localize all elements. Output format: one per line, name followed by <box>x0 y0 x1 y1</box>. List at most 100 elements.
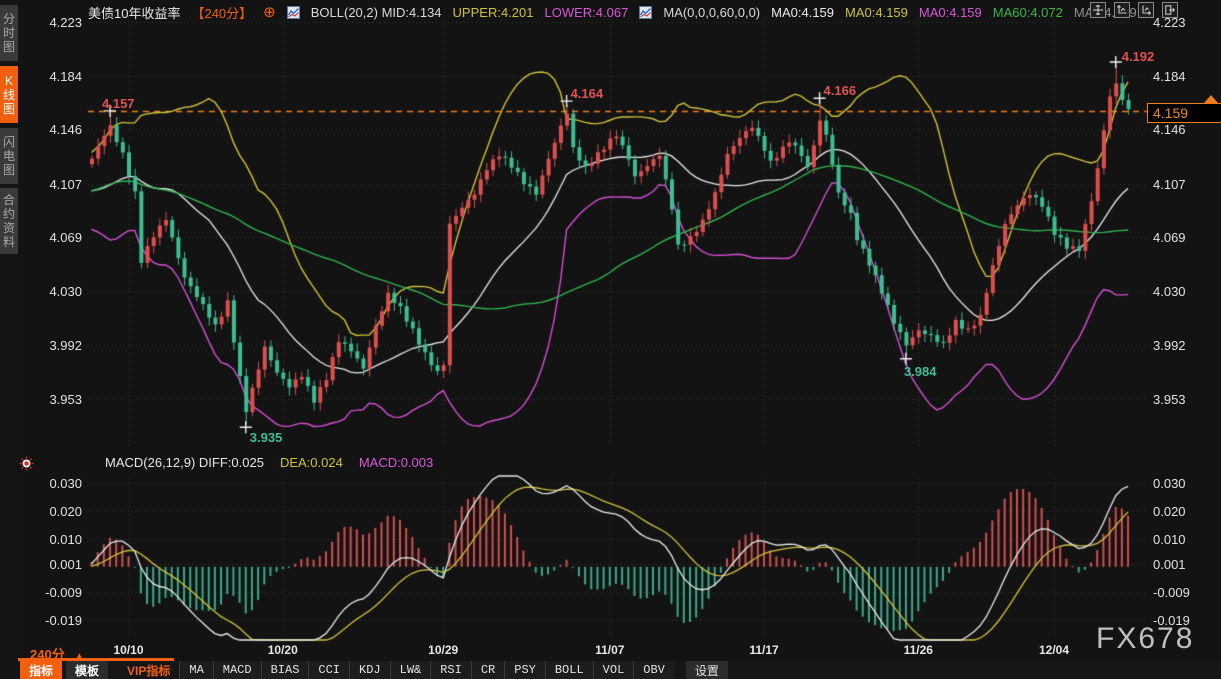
macd-axis-label: -0.009 <box>1153 585 1205 600</box>
price-mark-label: 4.166 <box>824 83 857 98</box>
live-indicator-icon[interactable] <box>19 456 34 476</box>
macd-hist-value: MACD:0.003 <box>359 455 433 470</box>
sidebar-tab-char: 电 <box>3 149 15 163</box>
price-mark-label: 3.935 <box>250 430 283 445</box>
macd-axis-label: -0.009 <box>30 585 82 600</box>
chart-header: 美债10年收益率【240分】 ⊕ BOLL(20,2) MID:4.134 UPPER… <box>88 3 1137 21</box>
ma-value-1: MA0:4.159 <box>771 5 834 20</box>
macd-dea-value: DEA:0.024 <box>280 455 343 470</box>
y-axis-label: 4.069 <box>30 230 82 245</box>
bottom-indicator-toolbar: 指标模板 VIP指标MAMACDBIASCCIKDJLW&RSICRPSYBOLL… <box>18 661 1221 679</box>
toolbar-button-bias[interactable]: BIAS <box>261 661 309 679</box>
ma-value-3: MA0:4.159 <box>919 5 982 20</box>
price-mark-label: 4.157 <box>102 96 135 111</box>
y-axis-label: 4.146 <box>1153 122 1205 137</box>
toolbar-button-lw[interactable]: LW& <box>390 661 431 679</box>
toolbar-button-cr[interactable]: CR <box>471 661 504 679</box>
ma-params: MA(0,0,0,60,0,0) <box>663 5 760 20</box>
price-mark-label: 3.984 <box>904 364 937 379</box>
left-sidebar: 分时图K线图闪电图合约资料 <box>0 0 18 679</box>
sidebar-tab-char: 线 <box>3 88 15 102</box>
toolbar-button-cci[interactable]: CCI <box>308 661 349 679</box>
sidebar-tab-char: 资 <box>3 221 15 235</box>
mini-chart-icon <box>639 6 652 19</box>
toolbar-button-macd[interactable]: MACD <box>213 661 261 679</box>
y-axis-label: 4.069 <box>1153 230 1205 245</box>
y-axis-label: 4.107 <box>30 177 82 192</box>
fx678-watermark: FX678 <box>1096 622 1194 656</box>
boll-upper-value: UPPER:4.201 <box>453 5 534 20</box>
toolbar-button-boll[interactable]: BOLL <box>545 661 593 679</box>
chart-title: 美债10年收益率 <box>88 3 180 22</box>
price-mark-label: 4.164 <box>571 86 604 101</box>
toolbar-button-psy[interactable]: PSY <box>504 661 545 679</box>
macd-diff-value: MACD(26,12,9) DIFF:0.025 <box>105 455 264 470</box>
x-axis-label: 10/29 <box>428 643 458 657</box>
toolbar-button-template[interactable]: 模板 <box>66 661 108 679</box>
x-axis-label: 10/20 <box>268 643 298 657</box>
toolbar-button-indicator[interactable]: 指标 <box>20 661 62 679</box>
ma-value-2: MA0:4.159 <box>845 5 908 20</box>
boll-mid-value: BOLL(20,2) MID:4.134 <box>311 5 442 20</box>
macd-axis-label: 0.020 <box>1153 504 1205 519</box>
x-axis-label: 11/26 <box>904 643 933 657</box>
y-axis-label: 3.992 <box>1153 338 1205 353</box>
price-mark-label: 4.192 <box>1122 49 1155 64</box>
boll-lower-value: LOWER:4.067 <box>544 5 628 20</box>
macd-axis-label: 0.020 <box>30 504 82 519</box>
sidebar-tab-char: 合 <box>3 193 15 207</box>
y-axis-label: 4.030 <box>1153 284 1205 299</box>
detach-window-icon[interactable] <box>1162 2 1178 18</box>
sidebar-tab-char: K <box>5 74 13 88</box>
toolbar-button-obv[interactable]: OBV <box>633 661 674 679</box>
y-axis-label: 4.184 <box>1153 69 1205 84</box>
sidebar-tab-kline[interactable]: K线图 <box>0 66 18 123</box>
x-axis-label: 10/10 <box>114 643 144 657</box>
macd-axis-label: 0.001 <box>1153 557 1205 572</box>
x-axis-scale-icon[interactable] <box>1138 2 1154 18</box>
x-axis-label: 11/17 <box>749 643 778 657</box>
sidebar-tab-char: 料 <box>3 235 15 249</box>
macd-axis-label: 0.030 <box>1153 476 1205 491</box>
sidebar-tab-char: 图 <box>3 40 15 54</box>
macd-axis-label: 0.001 <box>30 557 82 572</box>
price-up-arrow-icon <box>1204 95 1218 103</box>
y-axis-label: 4.223 <box>30 15 82 30</box>
mini-chart-icon <box>287 6 300 19</box>
y-axis-label: 4.030 <box>30 284 82 299</box>
macd-axis-label: 0.030 <box>30 476 82 491</box>
sidebar-tab-timeshare[interactable]: 分时图 <box>0 5 18 61</box>
toolbar-button-ma[interactable]: MA <box>179 661 212 679</box>
macd-axis-label: -0.019 <box>30 613 82 628</box>
current-price-box[interactable]: 4.159 <box>1147 103 1221 123</box>
plus-circle-icon[interactable]: ⊕ <box>263 3 276 21</box>
candlestick-chart-canvas[interactable] <box>0 0 1221 679</box>
sidebar-tab-char: 闪 <box>3 135 15 149</box>
toolbar-button-kdj[interactable]: KDJ <box>349 661 390 679</box>
y-axis-label: 3.953 <box>30 392 82 407</box>
crosshair-icon[interactable] <box>1090 2 1106 18</box>
toolbar-button-rsi[interactable]: RSI <box>430 661 471 679</box>
y-axis-label: 3.992 <box>30 338 82 353</box>
y-axis-label: 4.146 <box>30 122 82 137</box>
y-axis-label: 4.184 <box>30 69 82 84</box>
period-tag: 【240分】 <box>191 3 252 22</box>
macd-axis-label: 0.010 <box>1153 532 1205 547</box>
sidebar-tab-char: 分 <box>3 12 15 26</box>
sidebar-tab-char: 图 <box>3 163 15 177</box>
y-axis-label: 4.107 <box>1153 177 1205 192</box>
sidebar-tab-char: 约 <box>3 207 15 221</box>
toolbar-button-vol[interactable]: VOL <box>593 661 634 679</box>
y-axis-scale-icon[interactable] <box>1114 2 1130 18</box>
ma60-value: MA60:4.072 <box>993 5 1063 20</box>
toolbar-button-settings[interactable]: 设置 <box>686 661 728 679</box>
toolbar-button-vip-indicator[interactable]: VIP指标 <box>118 661 179 679</box>
x-axis-label: 11/07 <box>595 643 624 657</box>
x-axis-label: 12/04 <box>1039 643 1069 657</box>
sidebar-tab-flash[interactable]: 闪电图 <box>0 128 18 184</box>
chart-application-window: 分时图K线图闪电图合约资料 美债10年收益率【240分】⊕BOLL(20,2) … <box>0 0 1221 679</box>
macd-indicator-header: MACD(26,12,9) DIFF:0.025 DEA:0.024 MACD:0.… <box>105 455 433 470</box>
y-axis-label: 3.953 <box>1153 392 1205 407</box>
macd-axis-label: 0.010 <box>30 532 82 547</box>
sidebar-tab-contract-info[interactable]: 合约资料 <box>0 188 18 254</box>
